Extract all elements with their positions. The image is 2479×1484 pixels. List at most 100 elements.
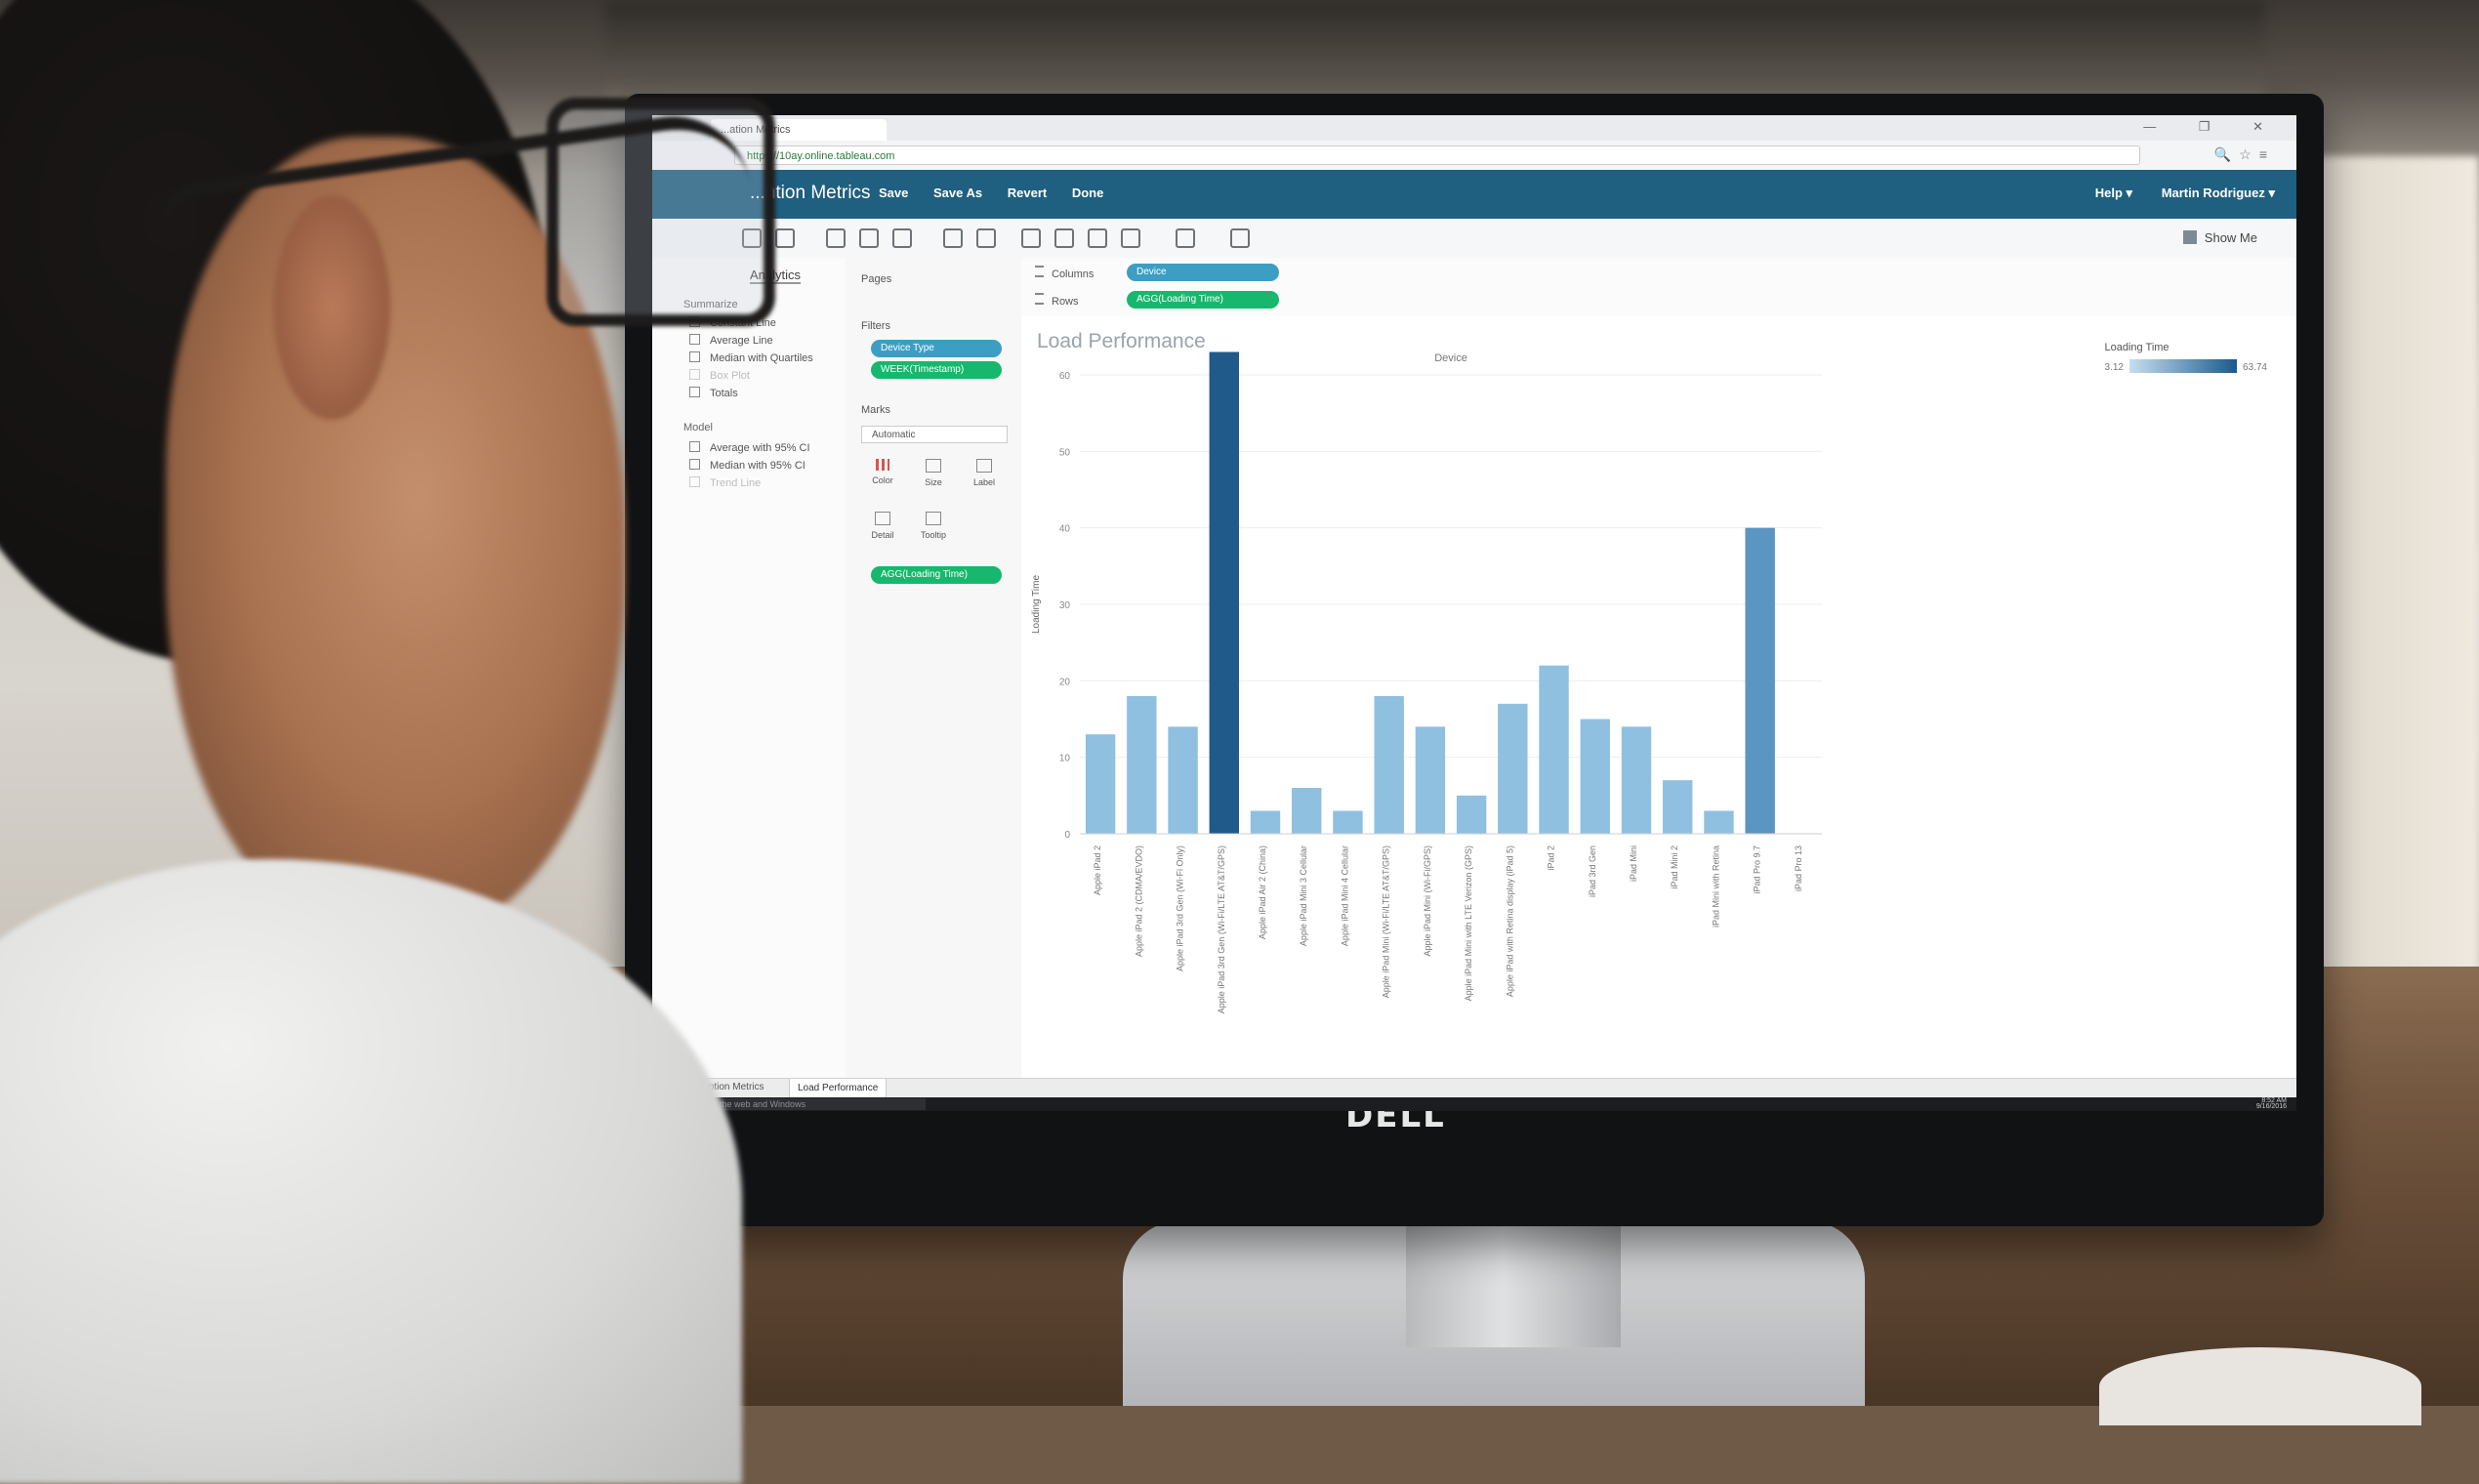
bar-chart: Device Loading Time 0 10 20 30 40 50 60 Apple iPa… [1031, 351, 1822, 1013]
mark-type-select[interactable]: Automatic [861, 426, 1008, 443]
window-controls[interactable]: — ❐ ✕ [2143, 119, 2283, 135]
y-tick-label: 30 [1059, 600, 1071, 611]
button-label: Color [872, 475, 893, 485]
present-icon[interactable] [1176, 228, 1195, 248]
y-tick-label: 10 [1059, 754, 1071, 764]
tooltip-icon[interactable] [1230, 228, 1250, 248]
bar [1745, 527, 1775, 834]
x-tick-label: Apple iPad with Retina display (iPad 5) [1505, 845, 1514, 997]
y-tick-label: 40 [1059, 524, 1071, 535]
help-menu[interactable]: Help ▾ [2095, 186, 2132, 200]
item-label: Trend Line [710, 477, 762, 489]
x-tick-label: Apple iPad Mini with LTE Verizon (GPS) [1464, 845, 1473, 1001]
detail-icon [875, 512, 890, 525]
chart-view: Device Loading Time 0 10 20 30 40 50 60 Apple iPa… [1021, 316, 2296, 1078]
color-button[interactable]: Color [861, 453, 904, 496]
item-label: Average Line [710, 335, 773, 347]
duplicate-sheet-icon[interactable] [859, 228, 879, 248]
swap-icon[interactable] [943, 228, 963, 248]
median-quartiles-icon [689, 351, 700, 362]
show-me-icon [2182, 230, 2197, 244]
item-label: Box Plot [710, 370, 750, 382]
bar [1250, 810, 1281, 834]
highlight-icon[interactable] [1021, 228, 1041, 248]
rows-icon [1035, 293, 1044, 305]
x-tick-label: Apple iPad Mini 4 Cellular [1340, 845, 1349, 946]
label-icon[interactable] [1088, 228, 1107, 248]
tooltip-button[interactable]: Tooltip [912, 506, 955, 549]
url-input[interactable]: https://10ay.online.tableau.com [734, 145, 2140, 165]
label-button[interactable]: Label [963, 453, 1006, 496]
x-tick-label: Apple iPad 2 (CDMA/EVDO) [1134, 845, 1143, 957]
x-tick-label: Apple iPad 2 [1093, 845, 1102, 895]
address-icons[interactable]: 🔍☆≡ [2214, 146, 2275, 163]
trend-line-item[interactable]: Trend Line [689, 476, 761, 489]
legend-title: Loading Time [2104, 342, 2169, 353]
size-button[interactable]: Size [912, 453, 955, 496]
x-tick-label: iPad Mini with Retina [1711, 845, 1720, 928]
legend-max: 63.74 [2242, 362, 2267, 373]
clear-sheet-icon[interactable] [892, 228, 912, 248]
cards-pane: Pages Filters Device Type WEEK(Timestamp… [846, 258, 1022, 1078]
analytics-pane: Analytics Summarize Constant Line Averag… [652, 258, 847, 1078]
coffee-cup [2099, 1347, 2421, 1425]
x-tick-label: iPad 2 [1547, 845, 1556, 871]
item-label: Totals [710, 388, 738, 399]
trend-line-icon [689, 476, 700, 487]
x-tick-label: Apple iPad Mini (Wi-Fi/GPS) [1423, 845, 1432, 957]
model-header: Model [683, 422, 713, 433]
tooltip-icon [926, 512, 941, 525]
average-ci-item[interactable]: Average with 95% CI [689, 441, 810, 454]
filter-pill-week[interactable]: WEEK(Timestamp) [871, 361, 1002, 379]
browser-tabbar: ...ation Metrics — ❐ ✕ [652, 115, 2296, 141]
tab-load-performance[interactable]: Load Performance [789, 1079, 888, 1099]
average-line-icon [689, 334, 700, 345]
detail-button[interactable]: Detail [861, 506, 904, 549]
bar [1374, 696, 1404, 834]
save-button[interactable]: Save [879, 186, 908, 200]
shelves: Columns Device Rows AGG(Loading Time) [1021, 258, 2296, 317]
bar [1085, 734, 1116, 834]
color-pill-loading-time[interactable]: AGG(Loading Time) [871, 566, 1002, 584]
bar [1333, 810, 1363, 834]
item-label: Median with 95% CI [710, 460, 806, 472]
redo-icon[interactable] [775, 228, 795, 248]
box-plot-item[interactable]: Box Plot [689, 369, 750, 382]
group-icon[interactable] [1054, 228, 1074, 248]
show-me-label: Show Me [2204, 230, 2257, 245]
button-label: Detail [871, 530, 894, 540]
average-ci-icon [689, 441, 700, 452]
sum-icon[interactable] [976, 228, 996, 248]
totals-item[interactable]: Totals [689, 387, 738, 399]
filter-pill-device-type[interactable]: Device Type [871, 340, 1002, 357]
columns-label: Columns [1052, 268, 1095, 280]
columns-pill-device[interactable]: Device [1127, 264, 1279, 281]
save-as-button[interactable]: Save As [933, 186, 982, 200]
button-label: Tooltip [920, 530, 946, 540]
x-tick-label: Apple iPad Air 2 (China) [1258, 845, 1267, 939]
header-menu: Save Save As Revert Done [879, 186, 1125, 200]
median-ci-item[interactable]: Median with 95% CI [689, 459, 806, 472]
x-tick-label: Apple iPad Mini 3 Cellular [1299, 845, 1308, 946]
tray-date: 9/16/2016 [2255, 1103, 2287, 1110]
new-sheet-icon[interactable] [826, 228, 846, 248]
rows-pill-loading-time[interactable]: AGG(Loading Time) [1127, 291, 1279, 309]
color-legend: Loading Time 3.12 63.74 [2104, 342, 2267, 373]
y-axis-title: Loading Time [1031, 575, 1042, 634]
median-quartiles-item[interactable]: Median with Quartiles [689, 351, 813, 364]
filters-card-title: Filters [861, 320, 890, 332]
header-right: Help ▾ Martin Rodriguez ▾ [2070, 186, 2275, 201]
columns-icon [1035, 266, 1044, 277]
average-line-item[interactable]: Average Line [689, 334, 773, 347]
user-menu[interactable]: Martin Rodriguez ▾ [2162, 186, 2275, 200]
marks-card-title: Marks [861, 404, 890, 416]
color-icon [876, 459, 889, 471]
revert-button[interactable]: Revert [1008, 186, 1047, 200]
system-tray: 8:52 AM 9/16/2016 [2255, 1097, 2287, 1110]
x-tick-label: Apple iPad 3rd Gen (Wi-Fi/LTE AT&T/GPS) [1217, 845, 1226, 1013]
x-tick-label: iPad Pro 9.7 [1753, 845, 1762, 894]
done-button[interactable]: Done [1072, 186, 1104, 200]
fit-icon[interactable] [1121, 228, 1140, 248]
show-me-button[interactable]: Show Me [2182, 230, 2257, 245]
box-plot-icon [689, 369, 700, 380]
